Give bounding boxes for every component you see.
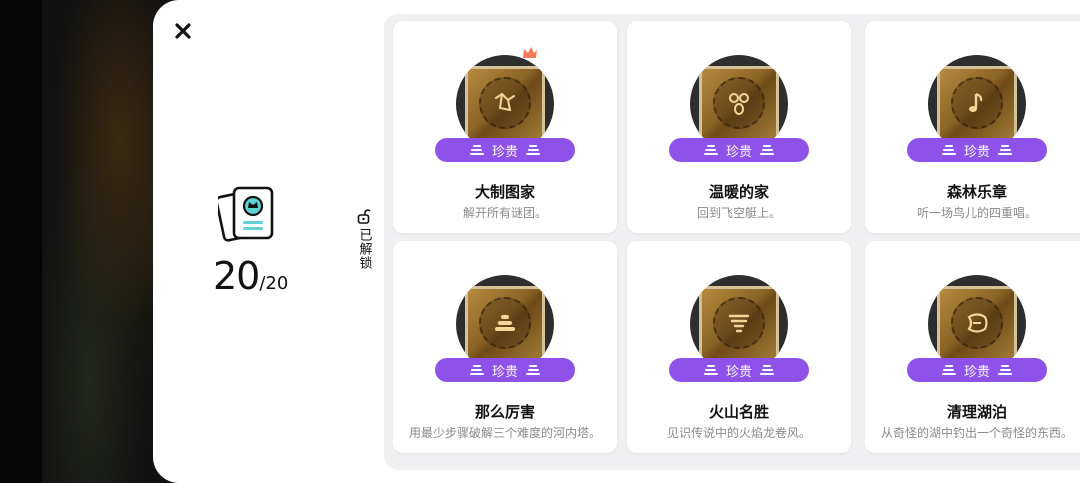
- rarity-label: 珍贵: [963, 364, 990, 380]
- achievement-title: 温暖的家: [708, 183, 769, 201]
- count-total: /20: [259, 273, 289, 294]
- rarity-label: 珍贵: [491, 144, 518, 160]
- achievement-card[interactable]: 珍贵 火山名胜 见识传说中的火焰龙卷风。: [627, 241, 851, 453]
- achievement-card[interactable]: 珍贵 那么厉害 用最少步骤破解三个难度的河内塔。: [393, 241, 617, 453]
- close-button[interactable]: [172, 20, 194, 42]
- rarity-label: 珍贵: [725, 144, 752, 160]
- achievement-desc: 见识传说中的火焰龙卷风。: [666, 426, 811, 440]
- achievement-title: 大制图家: [474, 183, 535, 201]
- rarity-badge: 珍贵: [907, 138, 1047, 162]
- new-badge-icon: [523, 47, 537, 58]
- achievement-title: 清理湖泊: [946, 403, 1007, 421]
- rarity-badge: 珍贵: [435, 358, 575, 382]
- achievement-desc: 解开所有谜团。: [462, 206, 547, 220]
- achievement-count: 20/20: [213, 254, 313, 298]
- rarity-badge: 珍贵: [669, 138, 809, 162]
- map-constellation-icon: [487, 85, 523, 121]
- fish-icon: [959, 305, 995, 341]
- rarity-lines-icon: [469, 365, 484, 375]
- rarity-lines-icon: [526, 365, 540, 375]
- achievement-card[interactable]: 珍贵 大制图家 解开所有谜团。: [393, 21, 617, 233]
- count-current: 20: [213, 254, 260, 298]
- tornado-icon: [721, 305, 757, 341]
- rarity-lines-icon: [469, 145, 484, 155]
- rarity-badge: 珍贵: [669, 358, 809, 382]
- achievement-grid: 珍贵 大制图家 解开所有谜团。 珍贵 温暖的家 回到飞空艇上。 珍贵 森林乐章 …: [384, 14, 1080, 470]
- rarity-badge: 珍贵: [907, 358, 1047, 382]
- rarity-lines-icon: [998, 365, 1012, 375]
- rarity-label: 珍贵: [963, 144, 990, 160]
- achievement-card[interactable]: 珍贵 温暖的家 回到飞空艇上。: [627, 21, 851, 233]
- achievement-desc: 回到飞空艇上。: [696, 206, 781, 220]
- achievement-desc: 用最少步骤破解三个难度的河内塔。: [408, 426, 601, 440]
- rarity-label: 珍贵: [491, 364, 518, 380]
- rarity-lines-icon: [760, 145, 774, 155]
- rarity-lines-icon: [703, 145, 718, 155]
- rarity-lines-icon: [941, 365, 956, 375]
- achievement-card[interactable]: 珍贵 森林乐章 听一场鸟儿的四重唱。: [865, 21, 1080, 233]
- achievement-title: 火山名胜: [708, 403, 769, 421]
- achievement-desc: 从奇怪的湖中钓出一个奇怪的东西。: [880, 426, 1073, 440]
- rarity-lines-icon: [703, 365, 718, 375]
- rarity-lines-icon: [526, 145, 540, 155]
- unlocked-filter[interactable]: 已解锁: [354, 208, 374, 270]
- rarity-badge: 珍贵: [435, 138, 575, 162]
- rarity-label: 珍贵: [725, 364, 752, 380]
- unlocked-label: 已解锁: [356, 228, 372, 270]
- music-note-icon: [959, 85, 995, 121]
- achievement-title: 森林乐章: [946, 183, 1007, 201]
- unlock-icon: [357, 209, 371, 224]
- close-icon: [175, 23, 191, 39]
- achievement-cards-icon: [215, 186, 278, 242]
- rarity-lines-icon: [998, 145, 1012, 155]
- rarity-lines-icon: [941, 145, 956, 155]
- rarity-lines-icon: [760, 365, 774, 375]
- home-knot-icon: [721, 85, 757, 121]
- achievement-card[interactable]: 珍贵 清理湖泊 从奇怪的湖中钓出一个奇怪的东西。: [865, 241, 1080, 453]
- achievement-title: 那么厉害: [474, 403, 535, 421]
- achievement-desc: 听一场鸟儿的四重唱。: [916, 206, 1037, 220]
- hanoi-tower-icon: [487, 305, 523, 341]
